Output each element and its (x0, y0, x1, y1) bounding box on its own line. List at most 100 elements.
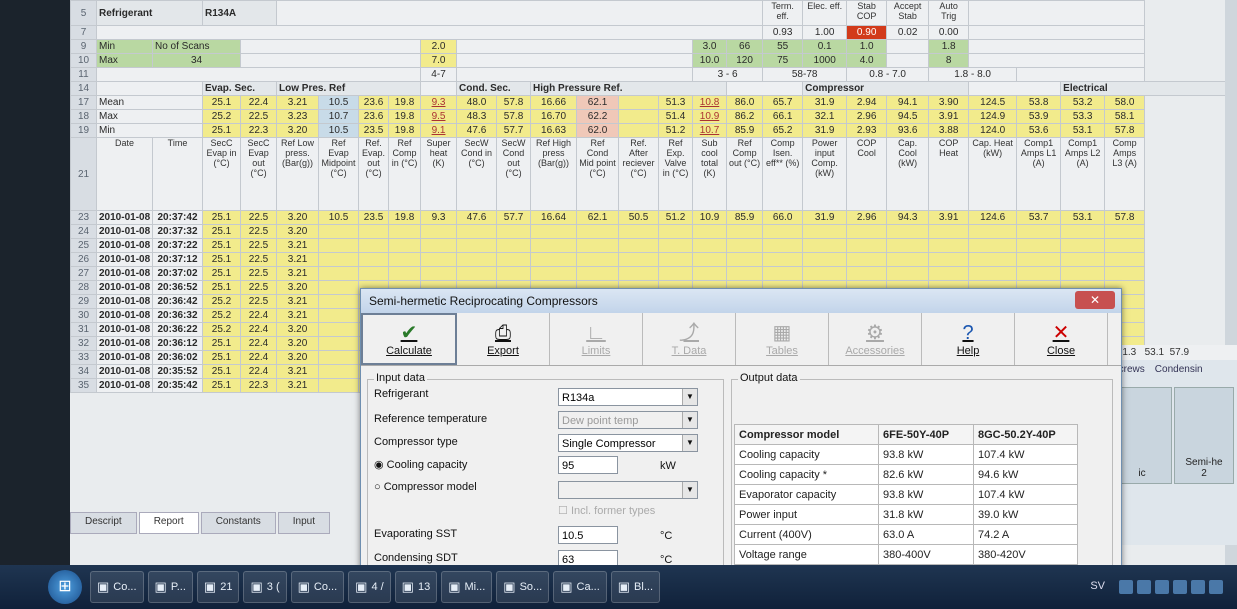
stat-cell[interactable] (618, 95, 660, 110)
cell[interactable]: 4.0 (846, 53, 888, 68)
column-header[interactable]: Ref Exp. Valve in (°C) (658, 137, 694, 211)
data-cell[interactable]: 3.21 (276, 378, 320, 393)
column-header[interactable]: Ref Comp out (°C) (726, 137, 764, 211)
data-cell[interactable]: 51.2 (658, 210, 694, 225)
column-header[interactable]: Comp1 Amps L1 (A) (1016, 137, 1062, 211)
data-cell[interactable]: 22.4 (240, 364, 278, 379)
data-cell[interactable] (456, 252, 498, 267)
cell[interactable]: 1.0 (846, 39, 888, 54)
stat-cell[interactable]: 16.66 (530, 95, 578, 110)
stat-cell[interactable]: 19.8 (388, 95, 422, 110)
cell[interactable]: 120 (726, 53, 764, 68)
data-cell[interactable]: 22.4 (240, 308, 278, 323)
output-value-cell[interactable]: 107.4 kW (973, 444, 1078, 465)
data-cell[interactable]: 25.1 (202, 350, 242, 365)
output-value-cell[interactable]: 94.6 kW (973, 464, 1078, 485)
stat-cell[interactable]: 23.6 (358, 95, 390, 110)
stat-cell[interactable]: 66.1 (762, 109, 804, 124)
stat-cell[interactable]: 48.3 (456, 109, 498, 124)
dialog-title-bar[interactable]: Semi-hermetic Reciprocating Compressors … (361, 289, 1121, 313)
cell[interactable]: 8 (928, 53, 970, 68)
time-cell[interactable]: 20:37:22 (151, 238, 204, 253)
data-cell[interactable]: 22.5 (240, 238, 278, 253)
data-cell[interactable] (420, 266, 458, 281)
column-header[interactable]: COP Heat (928, 137, 970, 211)
stat-cell[interactable]: 9.5 (420, 109, 458, 124)
stat-cell[interactable]: 47.6 (456, 123, 498, 138)
data-cell[interactable] (318, 364, 360, 379)
date-cell[interactable]: 2010-01-08 (96, 210, 153, 225)
column-header[interactable]: COP Cool (846, 137, 888, 211)
data-cell[interactable]: 53.7 (1016, 210, 1062, 225)
data-cell[interactable]: 47.6 (456, 210, 498, 225)
data-cell[interactable] (1104, 266, 1146, 281)
data-cell[interactable] (358, 266, 390, 281)
stat-cell[interactable]: 10.5 (318, 123, 360, 138)
date-cell[interactable]: 2010-01-08 (96, 252, 153, 267)
output-value-cell[interactable]: 39.0 kW (973, 504, 1078, 525)
data-cell[interactable]: 3.91 (928, 210, 970, 225)
time-cell[interactable]: 20:37:32 (151, 224, 204, 239)
date-cell[interactable]: 2010-01-08 (96, 308, 153, 323)
data-cell[interactable] (576, 238, 620, 253)
stat-cell[interactable]: 53.3 (1060, 109, 1106, 124)
data-cell[interactable] (530, 238, 578, 253)
data-cell[interactable]: 50.5 (618, 210, 660, 225)
data-cell[interactable] (968, 238, 1018, 253)
output-value-cell[interactable]: 380-400V (878, 544, 974, 565)
column-header[interactable]: Ref Comp in (°C) (388, 137, 422, 211)
data-cell[interactable]: 57.7 (496, 210, 532, 225)
stat-cell[interactable]: 16.70 (530, 109, 578, 124)
data-cell[interactable]: 22.4 (240, 350, 278, 365)
data-cell[interactable] (846, 238, 888, 253)
date-cell[interactable]: 2010-01-08 (96, 378, 153, 393)
cell[interactable] (240, 53, 422, 68)
stat-cell[interactable]: 23.6 (358, 109, 390, 124)
stat-cell[interactable]: 2.93 (846, 123, 888, 138)
stat-cell[interactable]: 10.7 (692, 123, 728, 138)
data-cell[interactable]: 62.1 (576, 210, 620, 225)
column-header[interactable]: Date (96, 137, 153, 211)
time-cell[interactable]: 20:36:52 (151, 280, 204, 295)
stat-cell[interactable]: 3.21 (276, 95, 320, 110)
column-header[interactable]: Time (151, 137, 204, 211)
data-cell[interactable]: 25.1 (202, 210, 242, 225)
stat-cell[interactable]: 53.2 (1060, 95, 1106, 110)
data-cell[interactable] (846, 252, 888, 267)
tab-condensing[interactable]: Condensin (1155, 364, 1203, 375)
data-cell[interactable] (726, 224, 764, 239)
superheat-min[interactable]: 2.0 (420, 39, 458, 54)
data-cell[interactable]: 25.1 (202, 238, 242, 253)
data-cell[interactable] (318, 280, 360, 295)
data-cell[interactable] (802, 238, 848, 253)
scans-label[interactable]: No of Scans (151, 39, 242, 54)
output-header-cell[interactable]: 8GC-50.2Y-40P (973, 424, 1078, 445)
data-cell[interactable] (1016, 252, 1062, 267)
data-cell[interactable] (618, 266, 660, 281)
data-cell[interactable] (928, 252, 970, 267)
column-header[interactable]: Cap. Heat (kW) (968, 137, 1018, 211)
data-cell[interactable] (886, 266, 930, 281)
time-cell[interactable]: 20:37:42 (151, 210, 204, 225)
cooling-capacity-input[interactable]: 95 (558, 456, 618, 474)
accept-stab-value[interactable]: 0.02 (886, 25, 930, 40)
stat-cell[interactable]: 3.20 (276, 123, 320, 138)
compressor-model-select[interactable]: ▼ (558, 481, 698, 499)
data-cell[interactable] (658, 252, 694, 267)
stat-cell[interactable] (618, 109, 660, 124)
cell[interactable] (886, 53, 930, 68)
data-cell[interactable] (530, 224, 578, 239)
sheet-tab-report[interactable]: Report (138, 512, 199, 534)
time-cell[interactable]: 20:36:42 (151, 294, 204, 309)
column-header[interactable]: Sub cool total (K) (692, 137, 728, 211)
data-cell[interactable] (846, 224, 888, 239)
cell[interactable] (276, 0, 764, 26)
output-label-cell[interactable]: Current (400V) (734, 524, 879, 545)
stat-cell[interactable]: 19.8 (388, 109, 422, 124)
output-value-cell[interactable]: 93.8 kW (878, 444, 974, 465)
output-value-cell[interactable]: 107.4 kW (973, 484, 1078, 505)
stat-cell[interactable]: 9.3 (420, 95, 458, 110)
data-cell[interactable] (802, 224, 848, 239)
data-cell[interactable] (928, 266, 970, 281)
stat-cell[interactable]: 10.9 (692, 109, 728, 124)
